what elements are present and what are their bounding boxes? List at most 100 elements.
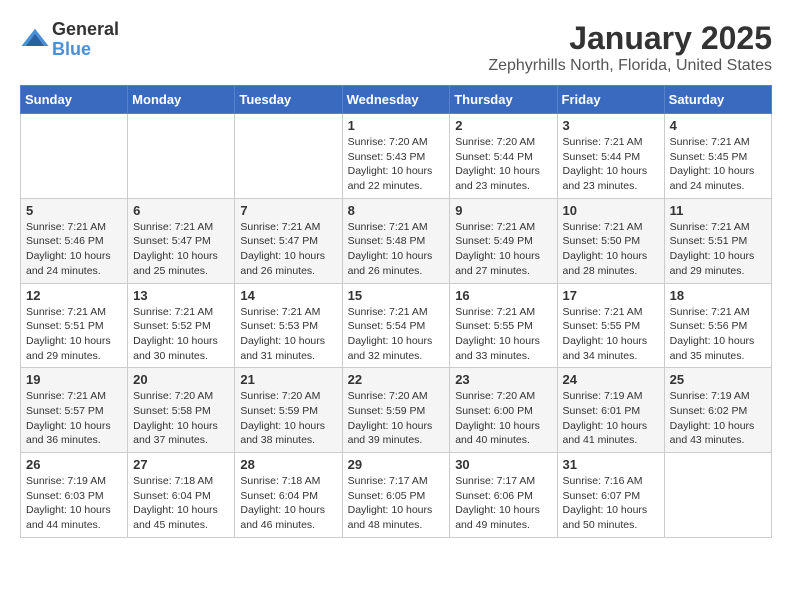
- day-number: 24: [563, 372, 659, 387]
- day-info: Sunrise: 7:21 AM Sunset: 5:57 PM Dayligh…: [26, 389, 122, 448]
- calendar-cell: 17 Sunrise: 7:21 AM Sunset: 5:55 PM Dayli…: [557, 283, 664, 368]
- day-number: 20: [133, 372, 229, 387]
- day-number: 25: [670, 372, 766, 387]
- day-info: Sunrise: 7:21 AM Sunset: 5:55 PM Dayligh…: [455, 305, 551, 364]
- calendar-cell: 11 Sunrise: 7:21 AM Sunset: 5:51 PM Dayli…: [664, 198, 771, 283]
- calendar-cell: 5 Sunrise: 7:21 AM Sunset: 5:46 PM Daylig…: [21, 198, 128, 283]
- weekday-header-monday: Monday: [128, 86, 235, 114]
- day-info: Sunrise: 7:21 AM Sunset: 5:56 PM Dayligh…: [670, 305, 766, 364]
- day-number: 11: [670, 203, 766, 218]
- calendar-cell: 13 Sunrise: 7:21 AM Sunset: 5:52 PM Dayli…: [128, 283, 235, 368]
- day-info: Sunrise: 7:19 AM Sunset: 6:03 PM Dayligh…: [26, 474, 122, 533]
- day-number: 15: [348, 288, 445, 303]
- day-number: 3: [563, 118, 659, 133]
- week-row-2: 5 Sunrise: 7:21 AM Sunset: 5:46 PM Daylig…: [21, 198, 772, 283]
- logo-text: General Blue: [52, 20, 119, 60]
- calendar-cell: 14 Sunrise: 7:21 AM Sunset: 5:53 PM Dayli…: [235, 283, 342, 368]
- day-number: 2: [455, 118, 551, 133]
- calendar-cell: 27 Sunrise: 7:18 AM Sunset: 6:04 PM Dayli…: [128, 453, 235, 538]
- logo-blue-label: Blue: [52, 40, 119, 60]
- calendar-cell: 18Sunrise: 7:21 AM Sunset: 5:56 PM Dayli…: [664, 283, 771, 368]
- day-info: Sunrise: 7:21 AM Sunset: 5:47 PM Dayligh…: [240, 220, 336, 279]
- day-number: 12: [26, 288, 122, 303]
- weekday-header-saturday: Saturday: [664, 86, 771, 114]
- week-row-5: 26 Sunrise: 7:19 AM Sunset: 6:03 PM Dayli…: [21, 453, 772, 538]
- day-info: Sunrise: 7:21 AM Sunset: 5:46 PM Dayligh…: [26, 220, 122, 279]
- day-info: Sunrise: 7:19 AM Sunset: 6:02 PM Dayligh…: [670, 389, 766, 448]
- calendar-cell: [235, 114, 342, 199]
- day-number: 26: [26, 457, 122, 472]
- calendar-cell: 6 Sunrise: 7:21 AM Sunset: 5:47 PM Daylig…: [128, 198, 235, 283]
- logo-general-label: General: [52, 20, 119, 40]
- day-number: 16: [455, 288, 551, 303]
- day-info: Sunrise: 7:21 AM Sunset: 5:47 PM Dayligh…: [133, 220, 229, 279]
- day-info: Sunrise: 7:20 AM Sunset: 5:59 PM Dayligh…: [240, 389, 336, 448]
- weekday-header-friday: Friday: [557, 86, 664, 114]
- day-number: 29: [348, 457, 445, 472]
- day-info: Sunrise: 7:21 AM Sunset: 5:48 PM Dayligh…: [348, 220, 445, 279]
- calendar-cell: 20 Sunrise: 7:20 AM Sunset: 5:58 PM Dayli…: [128, 368, 235, 453]
- day-number: 28: [240, 457, 336, 472]
- week-row-3: 12 Sunrise: 7:21 AM Sunset: 5:51 PM Dayli…: [21, 283, 772, 368]
- day-number: 22: [348, 372, 445, 387]
- weekday-header-tuesday: Tuesday: [235, 86, 342, 114]
- day-number: 17: [563, 288, 659, 303]
- day-number: 10: [563, 203, 659, 218]
- day-info: Sunrise: 7:21 AM Sunset: 5:52 PM Dayligh…: [133, 305, 229, 364]
- calendar-cell: 28 Sunrise: 7:18 AM Sunset: 6:04 PM Dayli…: [235, 453, 342, 538]
- calendar-cell: 3 Sunrise: 7:21 AM Sunset: 5:44 PM Daylig…: [557, 114, 664, 199]
- logo-icon: [20, 25, 50, 55]
- location-title: Zephyrhills North, Florida, United State…: [488, 57, 772, 75]
- day-number: 27: [133, 457, 229, 472]
- calendar-cell: 24 Sunrise: 7:19 AM Sunset: 6:01 PM Dayli…: [557, 368, 664, 453]
- day-info: Sunrise: 7:19 AM Sunset: 6:01 PM Dayligh…: [563, 389, 659, 448]
- day-number: 31: [563, 457, 659, 472]
- month-title: January 2025: [488, 20, 772, 57]
- calendar-cell: 10Sunrise: 7:21 AM Sunset: 5:50 PM Dayli…: [557, 198, 664, 283]
- logo: General Blue: [20, 20, 119, 60]
- calendar-cell: 9Sunrise: 7:21 AM Sunset: 5:49 PM Daylig…: [450, 198, 557, 283]
- day-info: Sunrise: 7:20 AM Sunset: 5:43 PM Dayligh…: [348, 135, 445, 194]
- calendar-cell: 1 Sunrise: 7:20 AM Sunset: 5:43 PM Daylig…: [342, 114, 450, 199]
- day-info: Sunrise: 7:21 AM Sunset: 5:53 PM Dayligh…: [240, 305, 336, 364]
- day-info: Sunrise: 7:21 AM Sunset: 5:51 PM Dayligh…: [670, 220, 766, 279]
- day-info: Sunrise: 7:16 AM Sunset: 6:07 PM Dayligh…: [563, 474, 659, 533]
- day-info: Sunrise: 7:21 AM Sunset: 5:55 PM Dayligh…: [563, 305, 659, 364]
- calendar-cell: 22 Sunrise: 7:20 AM Sunset: 5:59 PM Dayli…: [342, 368, 450, 453]
- weekday-header-thursday: Thursday: [450, 86, 557, 114]
- day-info: Sunrise: 7:20 AM Sunset: 5:59 PM Dayligh…: [348, 389, 445, 448]
- calendar-cell: [664, 453, 771, 538]
- day-number: 4: [670, 118, 766, 133]
- day-info: Sunrise: 7:20 AM Sunset: 5:58 PM Dayligh…: [133, 389, 229, 448]
- day-number: 21: [240, 372, 336, 387]
- calendar-cell: 15Sunrise: 7:21 AM Sunset: 5:54 PM Dayli…: [342, 283, 450, 368]
- day-number: 8: [348, 203, 445, 218]
- day-number: 5: [26, 203, 122, 218]
- day-number: 14: [240, 288, 336, 303]
- day-number: 19: [26, 372, 122, 387]
- calendar-cell: 23 Sunrise: 7:20 AM Sunset: 6:00 PM Dayli…: [450, 368, 557, 453]
- week-row-4: 19 Sunrise: 7:21 AM Sunset: 5:57 PM Dayli…: [21, 368, 772, 453]
- day-info: Sunrise: 7:21 AM Sunset: 5:49 PM Dayligh…: [455, 220, 551, 279]
- day-info: Sunrise: 7:20 AM Sunset: 6:00 PM Dayligh…: [455, 389, 551, 448]
- header: General Blue January 2025 Zephyrhills No…: [20, 20, 772, 75]
- day-info: Sunrise: 7:18 AM Sunset: 6:04 PM Dayligh…: [240, 474, 336, 533]
- calendar-cell: 4Sunrise: 7:21 AM Sunset: 5:45 PM Daylig…: [664, 114, 771, 199]
- day-info: Sunrise: 7:17 AM Sunset: 6:06 PM Dayligh…: [455, 474, 551, 533]
- calendar-cell: 8 Sunrise: 7:21 AM Sunset: 5:48 PM Daylig…: [342, 198, 450, 283]
- calendar: SundayMondayTuesdayWednesdayThursdayFrid…: [20, 85, 772, 538]
- calendar-cell: [21, 114, 128, 199]
- day-number: 30: [455, 457, 551, 472]
- calendar-cell: [128, 114, 235, 199]
- title-section: January 2025 Zephyrhills North, Florida,…: [488, 20, 772, 75]
- day-number: 23: [455, 372, 551, 387]
- day-number: 6: [133, 203, 229, 218]
- day-info: Sunrise: 7:21 AM Sunset: 5:51 PM Dayligh…: [26, 305, 122, 364]
- calendar-cell: 31 Sunrise: 7:16 AM Sunset: 6:07 PM Dayli…: [557, 453, 664, 538]
- day-info: Sunrise: 7:18 AM Sunset: 6:04 PM Dayligh…: [133, 474, 229, 533]
- week-row-1: 1 Sunrise: 7:20 AM Sunset: 5:43 PM Daylig…: [21, 114, 772, 199]
- calendar-cell: 12 Sunrise: 7:21 AM Sunset: 5:51 PM Dayli…: [21, 283, 128, 368]
- day-number: 13: [133, 288, 229, 303]
- day-number: 1: [348, 118, 445, 133]
- day-info: Sunrise: 7:21 AM Sunset: 5:44 PM Dayligh…: [563, 135, 659, 194]
